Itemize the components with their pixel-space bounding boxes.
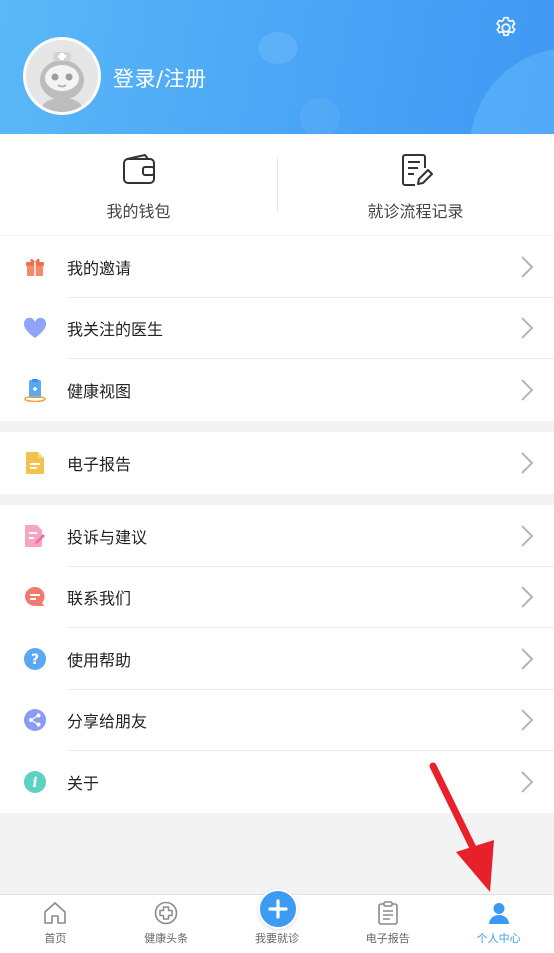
visit-record-label: 就诊流程记录 <box>367 202 464 221</box>
menu-item-label: 电子报告 <box>67 454 132 474</box>
tab-e-report[interactable]: 电子报告 <box>332 895 443 953</box>
heart-icon <box>23 316 47 340</box>
chevron-right-icon <box>521 452 534 474</box>
chevron-right-icon <box>521 648 534 670</box>
tab-label: 我要就诊 <box>254 932 299 945</box>
tab-health-news[interactable]: 健康头条 <box>111 895 222 953</box>
tab-label: 个人中心 <box>476 932 521 945</box>
robot-doctor-avatar-icon <box>26 40 98 112</box>
menu-item-label: 健康视图 <box>67 381 132 401</box>
report-file-icon <box>23 451 47 475</box>
chevron-right-icon <box>521 709 534 731</box>
menu-item-feedback[interactable]: 投诉与建议 <box>0 505 554 567</box>
menu-item-help[interactable]: ? 使用帮助 <box>0 628 554 690</box>
home-icon <box>44 902 67 924</box>
chevron-right-icon <box>521 317 534 339</box>
visit-record-button[interactable]: 就诊流程记录 <box>277 134 554 235</box>
health-view-icon <box>23 378 47 402</box>
decor-bubble <box>300 98 340 134</box>
quick-actions: 我的钱包 就诊流程记录 <box>0 134 554 235</box>
tab-label: 电子报告 <box>365 932 410 945</box>
menu-item-label: 联系我们 <box>67 589 132 609</box>
menu-item-invitations[interactable]: 我的邀请 <box>0 236 554 298</box>
share-icon <box>23 708 47 732</box>
chevron-right-icon <box>521 379 534 401</box>
profile-header: 登录/注册 <box>0 0 554 134</box>
tab-label: 健康头条 <box>144 932 189 945</box>
svg-text:?: ? <box>31 652 39 668</box>
svg-text:i: i <box>32 775 37 791</box>
menu-item-label: 我的邀请 <box>67 258 132 278</box>
menu-item-contact-us[interactable]: 联系我们 <box>0 567 554 628</box>
divider <box>277 158 278 212</box>
menu-item-label: 投诉与建议 <box>67 527 148 547</box>
menu-item-label: 我关注的医生 <box>67 320 164 340</box>
menu-item-label: 分享给朋友 <box>67 712 148 732</box>
gear-icon[interactable] <box>493 15 519 41</box>
clipboard-icon <box>377 901 398 925</box>
info-icon: i <box>23 770 47 794</box>
person-icon <box>488 903 509 924</box>
see-doctor-plus-button[interactable] <box>258 889 298 929</box>
wallet-button[interactable]: 我的钱包 <box>0 134 277 235</box>
help-icon: ? <box>23 647 47 671</box>
menu-item-share[interactable]: 分享给朋友 <box>0 690 554 751</box>
chevron-right-icon <box>521 256 534 278</box>
medical-cross-icon <box>154 901 178 925</box>
gift-icon <box>23 255 47 279</box>
chevron-right-icon <box>521 771 534 793</box>
decor-bubble <box>258 32 298 64</box>
menu-group-2: 电子报告 <box>0 432 554 494</box>
menu-item-about[interactable]: i 关于 <box>0 751 554 813</box>
menu-item-e-report[interactable]: 电子报告 <box>0 432 554 494</box>
tab-home[interactable]: 首页 <box>0 895 111 953</box>
chevron-right-icon <box>521 525 534 547</box>
menu-group-1: 我的邀请 我关注的医生 健康视图 <box>0 236 554 421</box>
menu-item-label: 关于 <box>67 773 100 793</box>
chat-icon <box>23 585 47 609</box>
menu-group-3: 投诉与建议 联系我们 ? 使用帮助 分享给朋友 i 关于 <box>0 505 554 813</box>
avatar[interactable] <box>23 37 101 115</box>
menu-item-followed-doctors[interactable]: 我关注的医生 <box>0 298 554 359</box>
tab-personal-center[interactable]: 个人中心 <box>443 895 554 953</box>
wallet-label: 我的钱包 <box>106 202 171 221</box>
tab-label: 首页 <box>44 932 67 945</box>
menu-item-health-view[interactable]: 健康视图 <box>0 359 554 421</box>
wallet-icon <box>122 154 155 184</box>
login-register-link[interactable]: 登录/注册 <box>113 63 207 93</box>
record-edit-icon <box>401 154 433 186</box>
chevron-right-icon <box>521 586 534 608</box>
menu-item-label: 使用帮助 <box>67 650 132 670</box>
feedback-icon <box>23 524 47 548</box>
plus-icon <box>268 899 288 919</box>
decor-bubble <box>470 48 554 134</box>
